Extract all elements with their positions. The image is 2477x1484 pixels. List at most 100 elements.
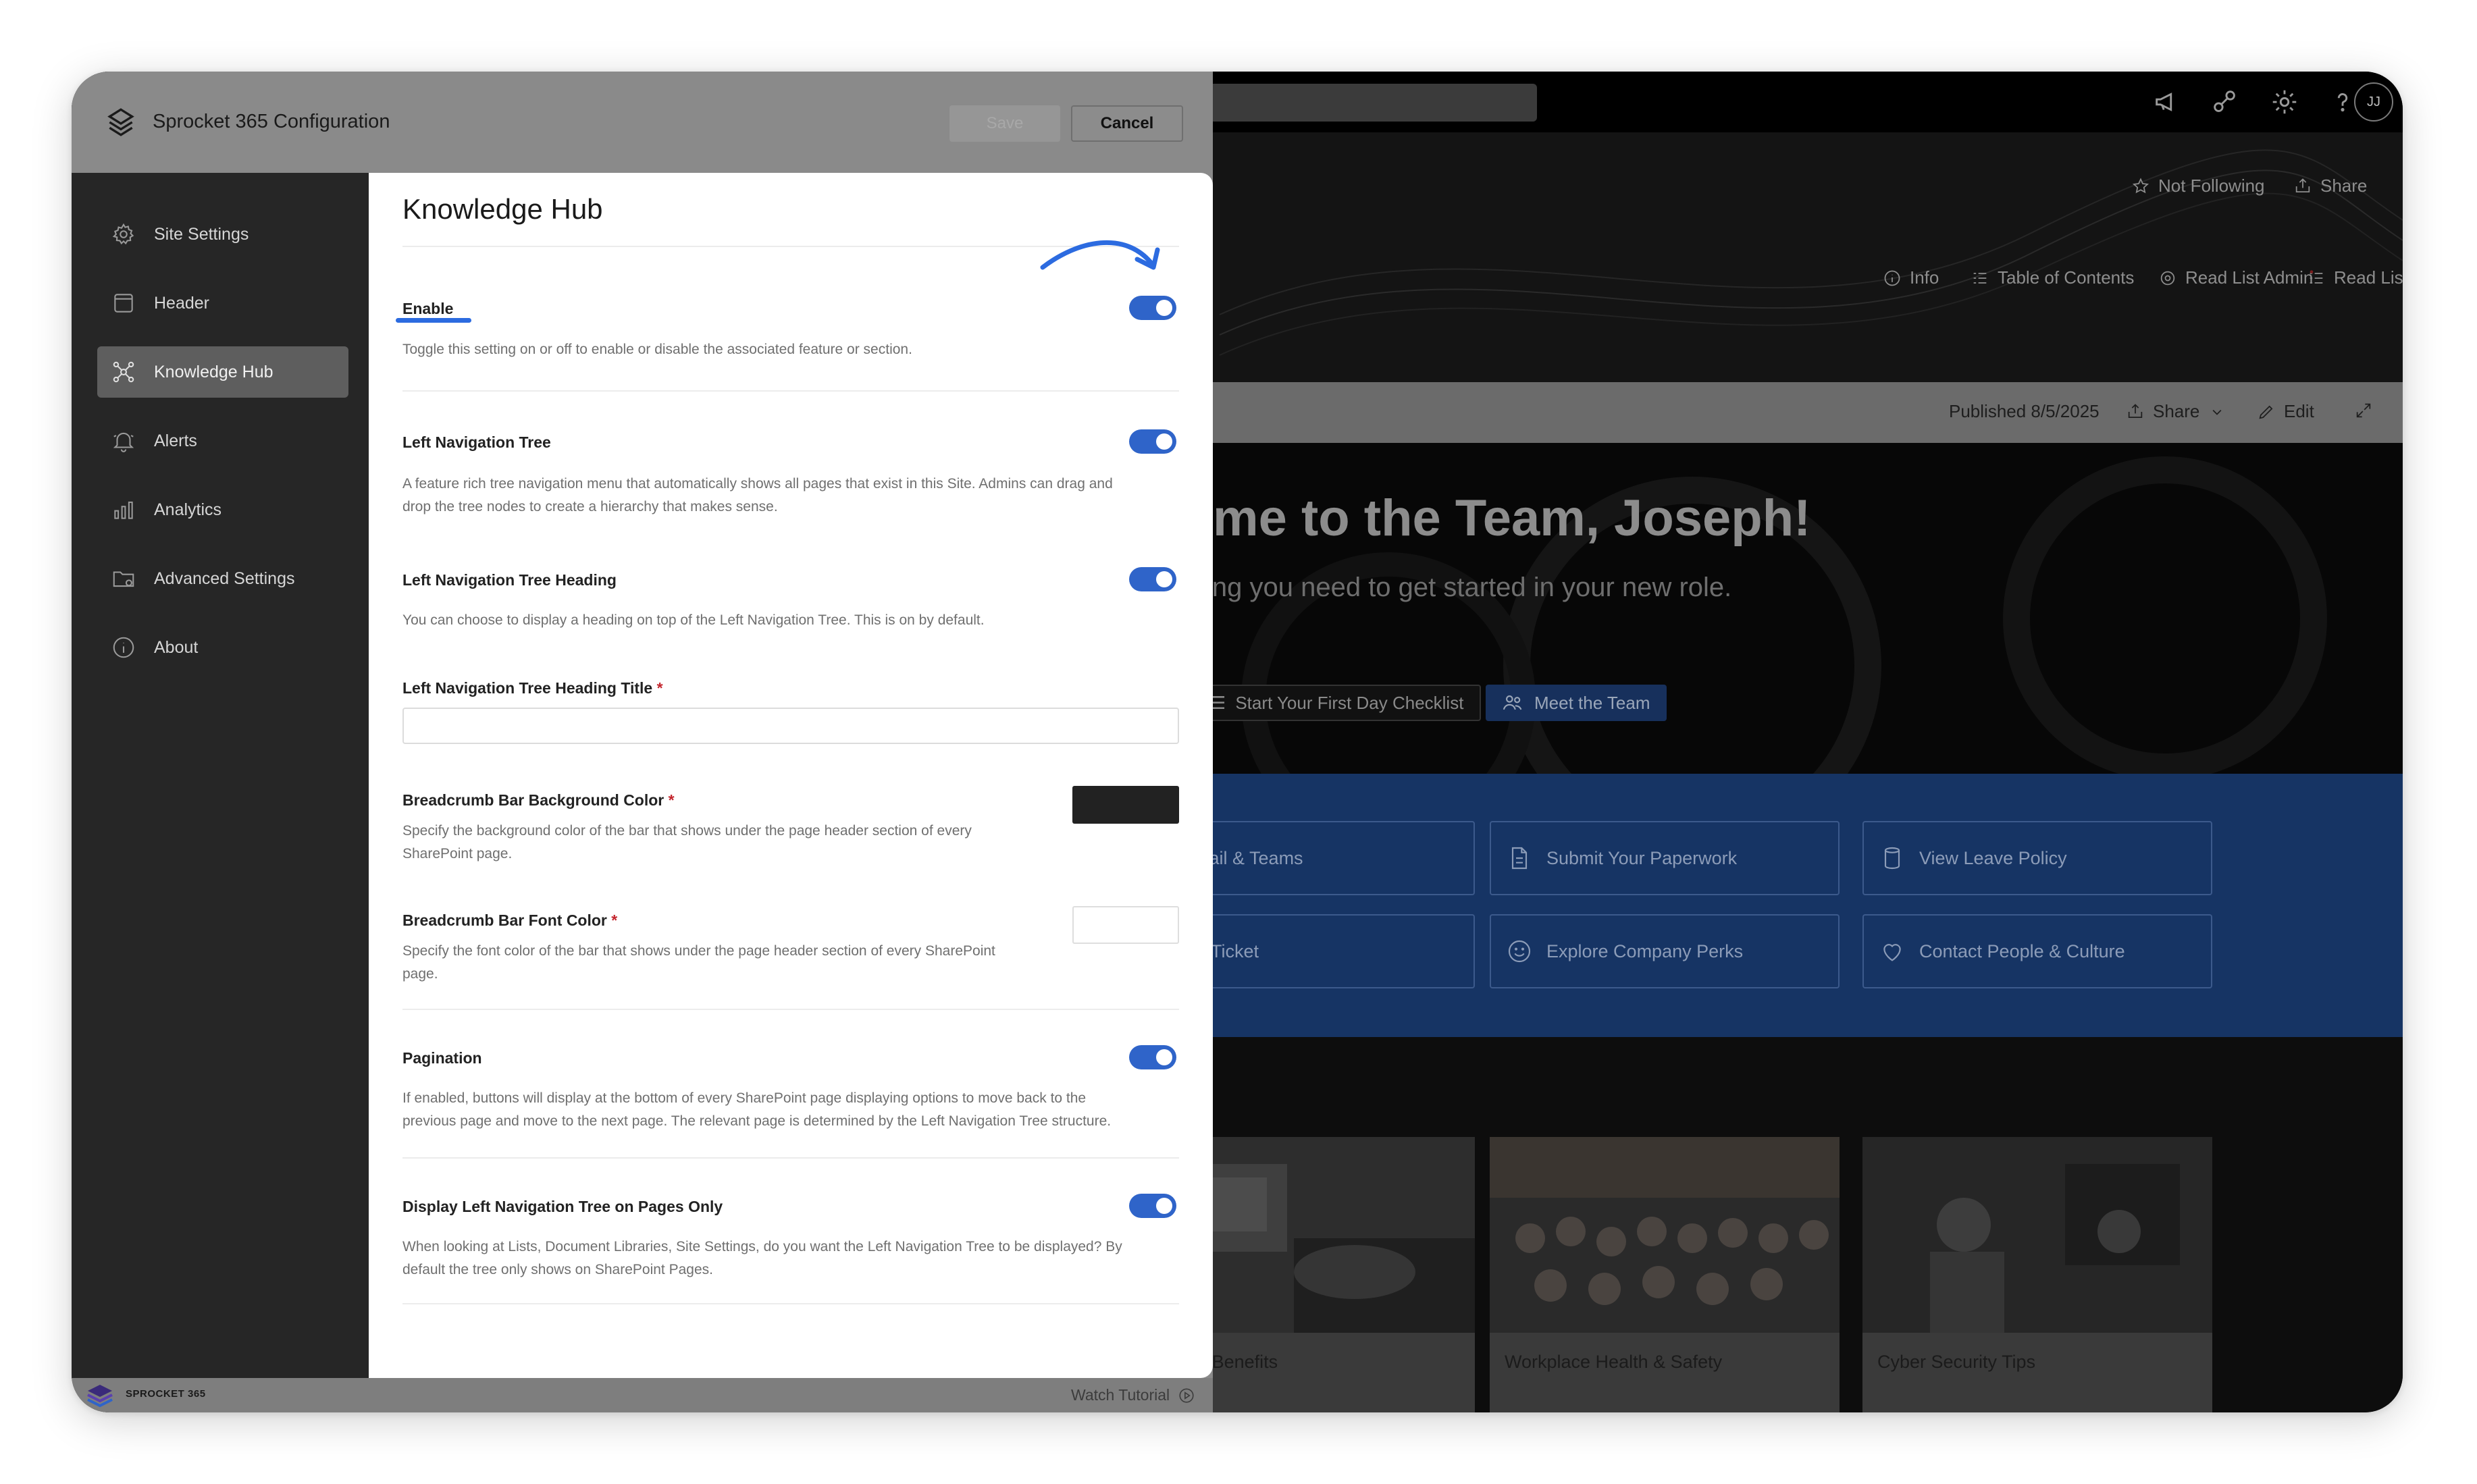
sidebar-item-about[interactable]: About bbox=[97, 622, 348, 673]
news-card[interactable]: Cyber Security Tips bbox=[1862, 1137, 2212, 1412]
document-icon bbox=[1511, 847, 1528, 870]
expand-icon bbox=[2356, 403, 2371, 418]
window-icon bbox=[114, 294, 133, 313]
panel-header: Sprocket 365 Configuration Save Cancel bbox=[72, 72, 1213, 173]
config-panel: Sprocket 365 Configuration Save Cancel S… bbox=[72, 72, 1213, 1412]
breadcrumb-font-label: Breadcrumb Bar Font Color * bbox=[402, 911, 618, 929]
share-header-button[interactable]: Share bbox=[2293, 176, 2367, 196]
info-icon bbox=[1884, 270, 1900, 286]
share-icon bbox=[2128, 403, 2143, 418]
divider bbox=[402, 390, 1179, 392]
folder-gear-icon bbox=[113, 571, 134, 587]
breadcrumb-bg-label: Breadcrumb Bar Background Color * bbox=[402, 791, 675, 809]
quick-link[interactable]: Explore Company Perks bbox=[1490, 914, 1840, 988]
enable-label: Enable bbox=[402, 300, 454, 317]
share-network-icon[interactable] bbox=[2210, 86, 2241, 117]
toggle-knob bbox=[1156, 571, 1172, 587]
breadcrumb-bg-description: Specify the background color of the bar … bbox=[402, 823, 972, 862]
news-card[interactable]: Workplace Health & Safety bbox=[1490, 1137, 1840, 1412]
cylinder-icon bbox=[1884, 847, 1900, 870]
enable-toggle[interactable] bbox=[1129, 296, 1176, 320]
toggle-knob bbox=[1156, 300, 1172, 316]
left-nav-heading-description: You can choose to display a heading on t… bbox=[402, 612, 985, 628]
edit-button[interactable]: Edit bbox=[2257, 401, 2314, 422]
divider bbox=[402, 1303, 1179, 1304]
toggle-knob bbox=[1156, 1198, 1172, 1214]
heading-title-label: Left Navigation Tree Heading Title * bbox=[402, 679, 663, 697]
toggle-knob bbox=[1156, 433, 1172, 450]
save-button[interactable]: Save bbox=[949, 105, 1060, 142]
pencil-icon bbox=[2259, 405, 2273, 419]
expand-button[interactable] bbox=[2354, 401, 2373, 420]
left-nav-tree-toggle[interactable] bbox=[1129, 429, 1176, 454]
heading-title-input[interactable] bbox=[402, 708, 1179, 744]
required-marker: * bbox=[656, 679, 663, 697]
pagination-label: Pagination bbox=[402, 1049, 482, 1067]
gear-icon bbox=[2160, 271, 2175, 285]
layers-icon bbox=[107, 108, 134, 136]
bar-chart-icon bbox=[114, 501, 133, 519]
gear-icon bbox=[112, 223, 134, 245]
breadcrumb-font-color-picker[interactable] bbox=[1072, 906, 1179, 944]
pages-only-toggle[interactable] bbox=[1129, 1194, 1176, 1218]
annotation-arrow-icon bbox=[1040, 240, 1160, 270]
pagination-description: If enabled, buttons will display at the … bbox=[402, 1090, 1112, 1129]
pagination-toggle[interactable] bbox=[1129, 1045, 1176, 1069]
welcome-subtitle: ing you need to get started in your new … bbox=[1206, 573, 1732, 602]
breadcrumb-font-description: Specify the font color of the bar that s… bbox=[402, 943, 995, 982]
panel-title: Sprocket 365 Configuration bbox=[153, 111, 390, 132]
team-photo bbox=[1490, 1137, 1840, 1333]
quick-link[interactable]: Submit Your Paperwork bbox=[1490, 821, 1840, 895]
toc-button[interactable]: Table of Contents bbox=[1971, 267, 2134, 288]
cancel-button[interactable]: Cancel bbox=[1071, 105, 1183, 142]
sidebar-item-analytics[interactable]: Analytics bbox=[97, 484, 348, 535]
sidebar-item-header[interactable]: Header bbox=[97, 277, 348, 329]
sidebar-item-knowledge-hub[interactable]: Knowledge Hub bbox=[97, 346, 348, 398]
info-button[interactable]: Info bbox=[1883, 267, 1939, 288]
left-nav-tree-label: Left Navigation Tree bbox=[402, 433, 551, 451]
required-marker: * bbox=[668, 791, 675, 809]
toggle-knob bbox=[1156, 1049, 1172, 1065]
settings-sidebar: Site Settings Header Knowledge Hub Alert… bbox=[72, 173, 369, 1378]
read-list-admin-button[interactable]: Read List Admin bbox=[2158, 267, 2313, 288]
divider bbox=[402, 1157, 1179, 1159]
welcome-heading: me to the Team, Joseph! bbox=[1213, 489, 1811, 547]
megaphone-icon[interactable] bbox=[2152, 86, 2183, 117]
left-nav-heading-label: Left Navigation Tree Heading bbox=[402, 571, 617, 589]
quick-link[interactable]: View Leave Policy bbox=[1862, 821, 2212, 895]
smiley-icon bbox=[1508, 940, 1531, 963]
sprocket-logo-icon bbox=[87, 1385, 113, 1408]
pages-only-description: When looking at Lists, Document Librarie… bbox=[402, 1239, 1122, 1277]
sidebar-item-alerts[interactable]: Alerts bbox=[97, 415, 348, 467]
heart-hands-icon bbox=[1883, 944, 1901, 961]
checklist-button[interactable]: ☰ Start Your First Day Checklist bbox=[1193, 685, 1482, 721]
settings-content: Knowledge Hub Enable Toggle this setting… bbox=[369, 173, 1213, 1378]
quick-link[interactable]: Contact People & Culture bbox=[1862, 914, 2212, 988]
network-icon bbox=[113, 361, 134, 383]
pages-only-label: Display Left Navigation Tree on Pages On… bbox=[402, 1198, 723, 1215]
divider bbox=[402, 1009, 1179, 1010]
published-date: Published 8/5/2025 bbox=[1949, 401, 2100, 421]
search-box[interactable] bbox=[1179, 84, 1537, 122]
play-icon bbox=[1179, 1387, 1194, 1403]
share-button[interactable]: Share bbox=[2126, 401, 2226, 422]
meet-team-button[interactable]: Meet the Team bbox=[1486, 685, 1667, 721]
breadcrumb-bg-color-picker[interactable] bbox=[1072, 786, 1179, 824]
avatar[interactable]: JJ bbox=[2354, 82, 2393, 122]
left-nav-heading-toggle[interactable] bbox=[1129, 567, 1176, 591]
info-icon bbox=[113, 637, 134, 658]
read-list-button[interactable]: Read List bbox=[2307, 267, 2403, 288]
people-icon bbox=[1503, 695, 1522, 710]
sidebar-item-site-settings[interactable]: Site Settings bbox=[97, 209, 348, 260]
required-marker: * bbox=[611, 911, 618, 929]
list-icon bbox=[1973, 272, 1987, 284]
follow-button[interactable]: Not Following bbox=[2131, 176, 2265, 196]
left-nav-tree-description: A feature rich tree navigation menu that… bbox=[402, 476, 1113, 514]
footer-brand: SPROCKET 365 bbox=[126, 1388, 206, 1400]
page-title: Knowledge Hub bbox=[402, 193, 603, 225]
chevron-down-icon bbox=[2212, 409, 2222, 415]
watch-tutorial-link[interactable]: Watch Tutorial bbox=[1071, 1386, 1195, 1404]
sidebar-item-advanced-settings[interactable]: Advanced Settings bbox=[97, 553, 348, 604]
share-icon bbox=[2295, 178, 2310, 192]
settings-icon[interactable] bbox=[2269, 86, 2300, 117]
